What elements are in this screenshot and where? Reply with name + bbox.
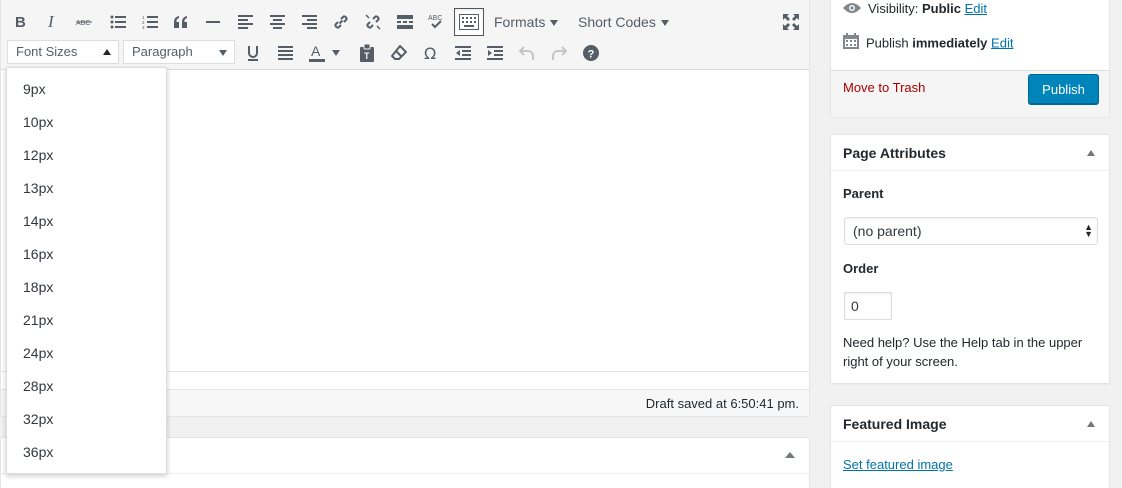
- font-sizes-select[interactable]: Font Sizes: [7, 40, 119, 64]
- svg-text:3: 3: [142, 25, 145, 29]
- edit-visibility-link[interactable]: Edit: [965, 1, 987, 16]
- spellcheck-icon[interactable]: ABC: [425, 7, 449, 37]
- underline-icon[interactable]: [241, 38, 265, 68]
- featured-image-title[interactable]: Featured Image: [831, 406, 1109, 442]
- toolbar-row-2: Font Sizes Paragraph A T Ω ?: [1, 38, 809, 68]
- svg-text:B: B: [15, 14, 26, 30]
- paste-text-icon[interactable]: T: [355, 38, 379, 68]
- chevron-up-icon: [103, 49, 111, 55]
- chevron-down-icon: [550, 20, 559, 27]
- svg-text:T: T: [364, 51, 370, 61]
- visibility-value: Public: [921, 1, 961, 16]
- align-center-icon[interactable]: [265, 7, 289, 37]
- editor-toolbar: B I ABC 123 ABC Formats Short Codes Font…: [1, 0, 809, 70]
- page-attributes-title[interactable]: Page Attributes: [831, 135, 1109, 171]
- bold-icon[interactable]: B: [9, 7, 33, 37]
- align-right-icon[interactable]: [297, 7, 321, 37]
- unlink-icon[interactable]: [361, 7, 385, 37]
- font-size-option[interactable]: 16px: [7, 238, 166, 271]
- blockquote-icon[interactable]: [169, 7, 193, 37]
- publish-box: Visibility: Public Edit Publish immediat…: [830, 0, 1110, 117]
- parent-select-value: (no parent): [853, 223, 922, 239]
- numbered-list-icon[interactable]: 123: [138, 7, 162, 37]
- formats-menu[interactable]: Formats: [494, 7, 559, 37]
- formats-label: Formats: [494, 14, 546, 30]
- horizontal-line-icon[interactable]: [201, 7, 225, 37]
- paragraph-label: Paragraph: [132, 44, 193, 59]
- font-size-option[interactable]: 14px: [7, 205, 166, 238]
- publish-label: Publish: [866, 35, 909, 51]
- move-to-trash-link[interactable]: Move to Trash: [843, 80, 925, 95]
- font-sizes-label: Font Sizes: [16, 44, 78, 59]
- help-icon[interactable]: ?: [579, 38, 603, 68]
- text-color-icon[interactable]: A: [305, 38, 329, 68]
- paragraph-select[interactable]: Paragraph: [123, 40, 235, 64]
- svg-text:?: ?: [588, 49, 595, 61]
- eye-icon: [843, 0, 861, 20]
- font-size-option[interactable]: 28px: [7, 370, 166, 403]
- toolbar-toggle-icon[interactable]: [454, 8, 484, 36]
- set-featured-image-link[interactable]: Set featured image: [843, 457, 953, 472]
- visibility-label: Visibility:: [868, 1, 919, 16]
- font-size-option[interactable]: 21px: [7, 304, 166, 337]
- featured-image-box: Featured Image Set featured image: [830, 405, 1110, 488]
- toolbar-row-1: B I ABC 123 ABC Formats Short Codes: [1, 7, 809, 37]
- order-label: Order: [843, 261, 879, 276]
- collapse-toggle-icon[interactable]: [1087, 421, 1095, 427]
- clear-formatting-icon[interactable]: [387, 38, 411, 68]
- font-size-option[interactable]: 32px: [7, 403, 166, 436]
- select-arrows-icon: ▲ ▼: [1084, 222, 1093, 239]
- page-attributes-box: Page Attributes Parent (no parent) ▲ ▼ Or…: [830, 134, 1110, 384]
- help-text: Need help? Use the Help tab in the upper…: [843, 335, 1083, 369]
- draft-saved-status: Draft saved at 6:50:41 pm.: [645, 396, 799, 411]
- justify-icon[interactable]: [273, 38, 297, 68]
- chevron-down-icon: [660, 20, 669, 27]
- svg-text:Ω: Ω: [424, 45, 436, 61]
- font-size-option[interactable]: 24px: [7, 337, 166, 370]
- strikethrough-text: ABC: [76, 20, 90, 27]
- font-size-option[interactable]: 18px: [7, 271, 166, 304]
- collapse-toggle-icon[interactable]: [1087, 150, 1095, 156]
- order-input[interactable]: 0: [844, 292, 892, 320]
- font-size-option[interactable]: 10px: [7, 106, 166, 139]
- publish-time-value: immediately: [912, 35, 988, 51]
- page-attributes-heading: Page Attributes: [843, 145, 946, 161]
- shortcodes-label: Short Codes: [578, 14, 656, 30]
- svg-text:A: A: [311, 44, 321, 59]
- undo-icon[interactable]: [515, 38, 539, 68]
- italic-icon[interactable]: I: [41, 7, 65, 37]
- collapse-toggle-icon[interactable]: [785, 452, 795, 458]
- indent-icon[interactable]: [483, 38, 507, 68]
- font-sizes-dropdown: 9px 10px 12px 13px 14px 16px 18px 21px 2…: [6, 67, 167, 474]
- parent-label: Parent: [843, 186, 884, 201]
- fullscreen-icon[interactable]: [779, 7, 803, 37]
- parent-select[interactable]: (no parent) ▲ ▼: [844, 217, 1098, 245]
- link-icon[interactable]: [329, 7, 353, 37]
- publish-actions: Move to Trash Publish: [831, 70, 1109, 117]
- special-character-icon[interactable]: Ω: [419, 38, 443, 68]
- strikethrough-icon[interactable]: ABC: [73, 7, 97, 37]
- publish-button[interactable]: Publish: [1028, 74, 1099, 105]
- read-more-icon[interactable]: [393, 7, 417, 37]
- redo-icon[interactable]: [547, 38, 571, 68]
- edit-publish-time-link[interactable]: Edit: [991, 35, 1013, 50]
- font-size-option[interactable]: 13px: [7, 172, 166, 205]
- visibility-row: Visibility: Public Edit: [843, 0, 987, 19]
- calendar-icon: [843, 33, 859, 55]
- font-size-option[interactable]: 12px: [7, 139, 166, 172]
- svg-text:I: I: [47, 14, 55, 30]
- font-size-option[interactable]: 9px: [7, 73, 166, 106]
- font-size-option[interactable]: 36px: [7, 436, 166, 469]
- align-left-icon[interactable]: [233, 7, 257, 37]
- shortcodes-menu[interactable]: Short Codes: [578, 7, 669, 37]
- text-color-dropdown-icon[interactable]: [329, 38, 343, 68]
- publish-time-row: Publish immediately Edit: [843, 33, 1013, 53]
- chevron-down-icon: [219, 50, 227, 56]
- bullet-list-icon[interactable]: [106, 7, 130, 37]
- outdent-icon[interactable]: [451, 38, 475, 68]
- featured-image-heading: Featured Image: [843, 416, 947, 432]
